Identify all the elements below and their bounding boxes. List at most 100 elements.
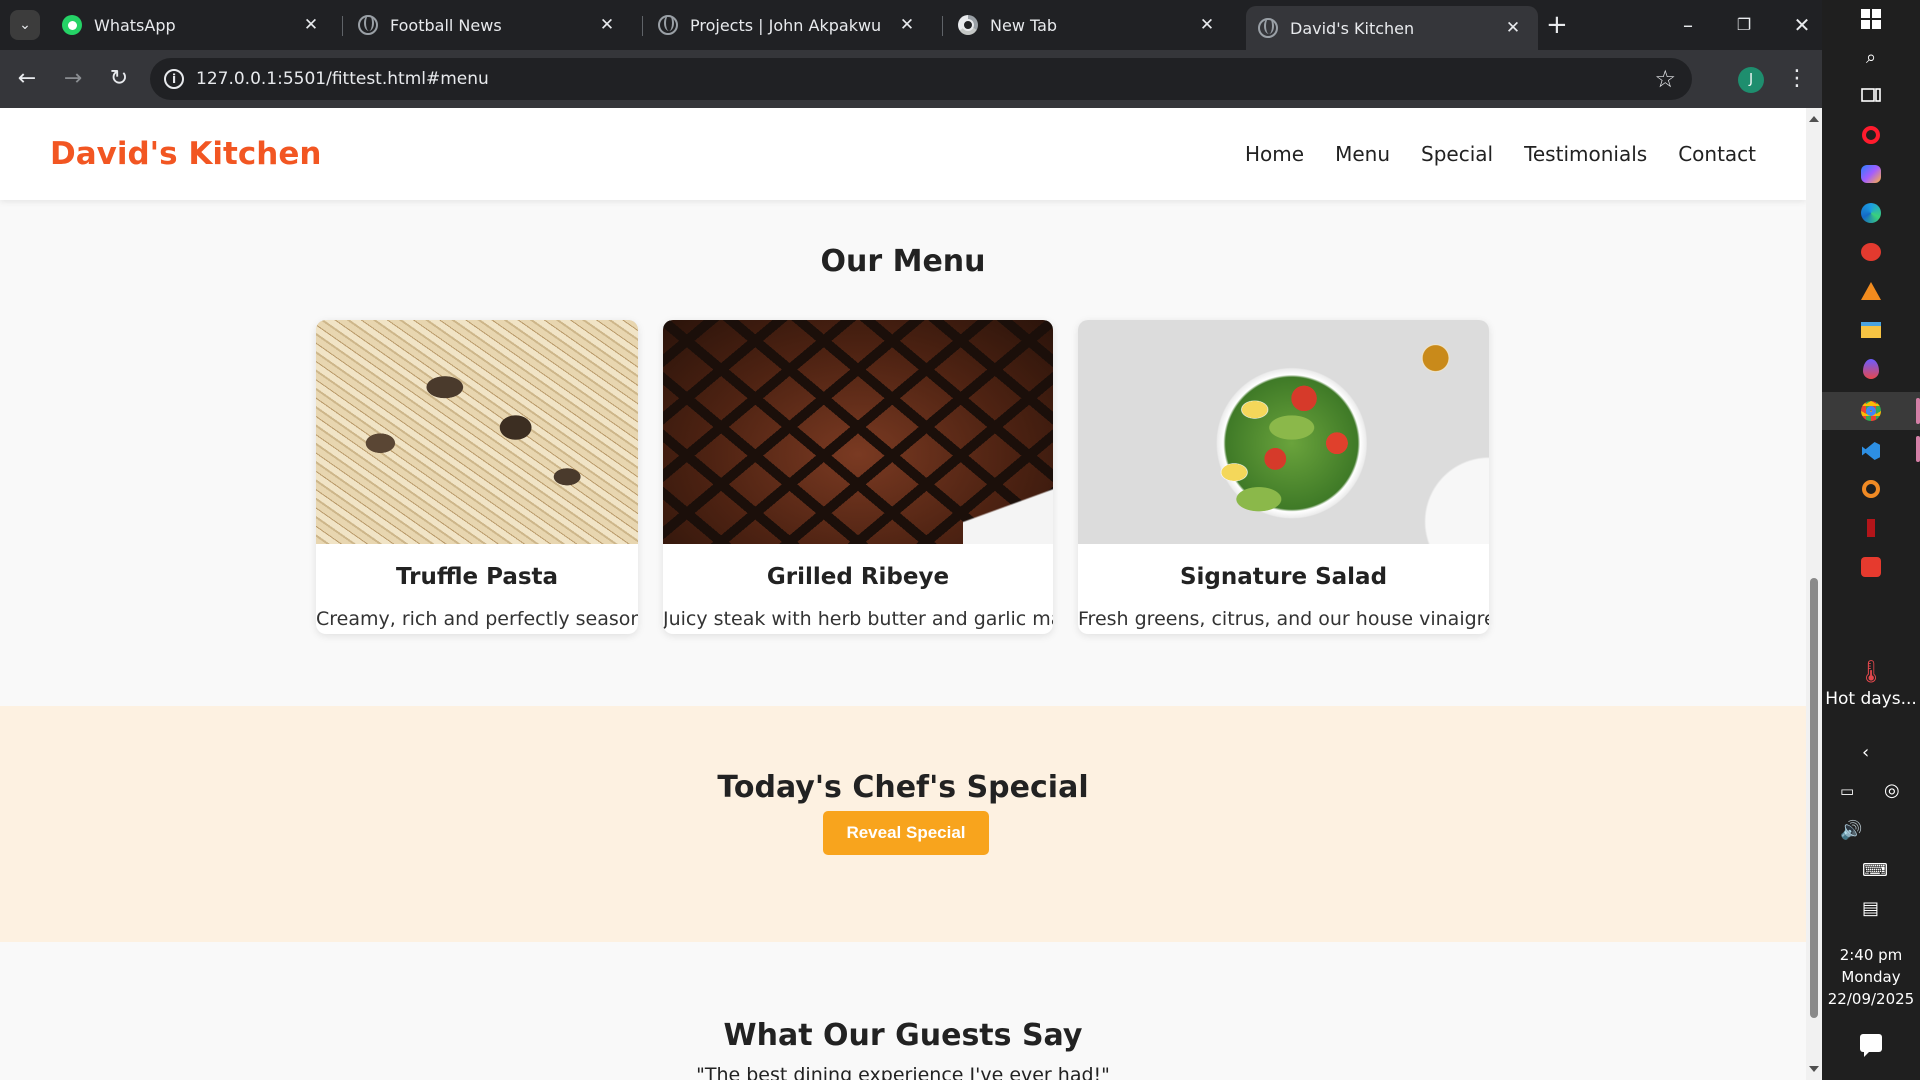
scroll-up-arrow-icon[interactable]	[1809, 116, 1819, 122]
menu-section: Our Menu Truffle Pasta Creamy, rich and …	[0, 200, 1806, 706]
url-text[interactable]: 127.0.0.1:5501/fittest.html#menu	[196, 69, 489, 89]
browser-menu-icon[interactable]: ⋮	[1786, 64, 1808, 94]
menu-title: Our Menu	[820, 244, 986, 279]
arrow-left-icon: ←	[17, 66, 37, 91]
app-dark-red-icon[interactable]	[1859, 517, 1883, 539]
menu-item-name: Grilled Ribeye	[766, 564, 950, 590]
menu-card: Grilled Ribeye Juicy steak with herb but…	[663, 320, 1053, 634]
bookmark-star-icon[interactable]: ☆	[1654, 65, 1676, 93]
chevron-down-icon: ⌄	[19, 17, 31, 33]
globe-network-icon[interactable]: ◎	[1884, 780, 1900, 801]
globe-icon	[658, 15, 678, 35]
menu-item-name: Truffle Pasta	[395, 564, 559, 590]
opera-icon[interactable]	[1859, 124, 1883, 146]
testimonial-quote: "The best dining experience I've ever ha…	[696, 1064, 1110, 1080]
menu-card: Signature Salad Fresh greens, citrus, an…	[1078, 320, 1489, 634]
search-icon[interactable]: ⌕	[1859, 46, 1883, 68]
restore-button[interactable]: ❐	[1724, 10, 1764, 40]
testimonials-section: What Our Guests Say "The best dining exp…	[0, 942, 1806, 1080]
globe-icon	[1258, 18, 1278, 38]
minimize-icon: –	[1683, 13, 1693, 37]
site-info-icon[interactable]: i	[164, 69, 184, 89]
clock-day: Monday	[1841, 968, 1901, 986]
scroll-down-arrow-icon[interactable]	[1809, 1066, 1819, 1072]
reload-icon: ↻	[109, 66, 129, 91]
menu-item-description: Creamy, rich and perfectly seasoned	[316, 608, 638, 630]
forward-button[interactable]: →	[58, 64, 88, 94]
globe-icon	[358, 15, 378, 35]
thermometer-icon: 🌡	[1857, 660, 1885, 685]
tab-projects[interactable]: Projects | John Akpakwu ✕	[646, 8, 932, 42]
page-viewport: David's Kitchen Home Menu Special Testim…	[0, 108, 1806, 1080]
close-window-button[interactable]: ✕	[1782, 10, 1822, 40]
weather-widget[interactable]: 🌡 Hot days...	[1822, 660, 1920, 709]
app-red-icon[interactable]	[1859, 241, 1883, 263]
close-icon[interactable]: ✕	[596, 15, 618, 35]
windows-start-icon[interactable]	[1859, 8, 1883, 30]
reveal-special-button[interactable]: Reveal Special	[823, 811, 989, 855]
volume-icon[interactable]: 🔊	[1840, 820, 1862, 841]
clock-time: 2:40 pm	[1839, 946, 1903, 964]
back-button[interactable]: ←	[12, 64, 42, 94]
site-header: David's Kitchen Home Menu Special Testim…	[0, 108, 1806, 200]
clock-date: 22/09/2025	[1827, 990, 1915, 1008]
tab-divider	[942, 16, 943, 36]
weather-text: Hot days...	[1825, 689, 1917, 709]
scrollbar-thumb[interactable]	[1810, 578, 1818, 1018]
tab-new-tab[interactable]: New Tab ✕	[946, 8, 1232, 42]
task-view-icon[interactable]	[1859, 84, 1883, 106]
chrome-icon	[958, 15, 978, 35]
chrome-icon[interactable]	[1859, 400, 1883, 422]
menu-item-name: Signature Salad	[1179, 564, 1388, 590]
close-icon[interactable]: ✕	[896, 15, 918, 35]
close-icon[interactable]: ✕	[300, 15, 322, 35]
arrow-right-icon: →	[63, 66, 83, 91]
desktop-icon[interactable]: ▤	[1862, 898, 1879, 919]
special-title: Today's Chef's Special	[717, 770, 1089, 805]
tab-search-button[interactable]: ⌄	[10, 10, 40, 40]
close-icon[interactable]: ✕	[1196, 15, 1218, 35]
page-scrollbar[interactable]	[1806, 108, 1822, 1080]
menu-item-description: Juicy steak with herb butter and garlic …	[663, 608, 1053, 630]
close-icon[interactable]: ✕	[1502, 18, 1524, 38]
reload-button[interactable]: ↻	[104, 64, 134, 94]
running-indicator	[1916, 436, 1920, 462]
nav-menu[interactable]: Menu	[1335, 142, 1390, 166]
address-bar[interactable]: i 127.0.0.1:5501/fittest.html#menu ☆	[150, 58, 1692, 100]
keyboard-icon[interactable]: ⌨	[1862, 860, 1888, 881]
tab-football-news[interactable]: Football News ✕	[346, 8, 632, 42]
copilot-icon[interactable]	[1859, 163, 1883, 185]
profile-avatar[interactable]: J	[1738, 67, 1764, 93]
tab-divider	[342, 16, 343, 36]
app-drop-icon[interactable]	[1859, 358, 1883, 380]
file-explorer-icon[interactable]	[1859, 319, 1883, 341]
wps-office-icon[interactable]	[1859, 556, 1883, 578]
vlc-icon[interactable]	[1859, 280, 1883, 302]
taskbar-clock[interactable]: 2:40 pm Monday 22/09/2025	[1822, 944, 1920, 1010]
vscode-icon[interactable]	[1859, 440, 1883, 462]
notification-icon[interactable]	[1860, 1034, 1882, 1057]
tab-whatsapp[interactable]: WhatsApp ✕	[50, 8, 336, 42]
tab-divider	[642, 16, 643, 36]
battery-icon[interactable]: ▭	[1840, 782, 1854, 800]
main-nav: Home Menu Special Testimonials Contact	[1245, 142, 1756, 166]
new-tab-button[interactable]: +	[1546, 10, 1568, 40]
menu-card: Truffle Pasta Creamy, rich and perfectly…	[316, 320, 638, 634]
browser-tab-strip: ⌄ WhatsApp ✕ Football News ✕ Projects | …	[0, 0, 1822, 50]
nav-special[interactable]: Special	[1421, 142, 1493, 166]
nav-home[interactable]: Home	[1245, 142, 1304, 166]
show-hidden-icons-chevron-icon[interactable]: ‹	[1862, 742, 1869, 763]
tab-title: Football News	[390, 15, 502, 35]
running-indicator	[1916, 398, 1920, 424]
nav-contact[interactable]: Contact	[1678, 142, 1756, 166]
windows-taskbar: ⌕ 🌡 Hot days... ‹ ▭ ◎ 🔊 ⌨ ▤ 2:40 pm Mond…	[1822, 0, 1920, 1080]
site-logo[interactable]: David's Kitchen	[50, 136, 321, 172]
menu-item-description: Fresh greens, citrus, and our house vina…	[1078, 608, 1489, 630]
tab-davids-kitchen[interactable]: David's Kitchen ✕	[1246, 6, 1538, 50]
close-icon: ✕	[1793, 13, 1811, 37]
nav-testimonials[interactable]: Testimonials	[1524, 142, 1647, 166]
minimize-button[interactable]: –	[1668, 10, 1708, 40]
tab-title: David's Kitchen	[1290, 18, 1415, 38]
edge-icon[interactable]	[1859, 202, 1883, 224]
blender-icon[interactable]	[1859, 478, 1883, 500]
